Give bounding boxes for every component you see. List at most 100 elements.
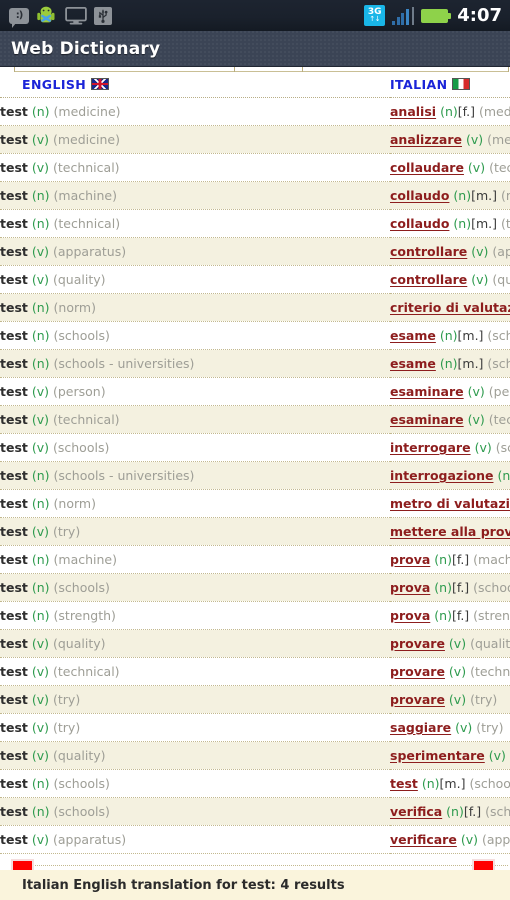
table-row[interactable]: test (n) (machine)prova (n)[f.] (machi <box>0 545 510 574</box>
cell-italian[interactable]: metro di valutazio <box>390 489 510 518</box>
table-row[interactable]: test (v) (technical)collaudare (v) (tech <box>0 153 510 182</box>
cell-english[interactable]: test (v) (technical) <box>0 153 390 182</box>
table-row[interactable]: test (n) (norm) metro di valutazio <box>0 489 510 518</box>
english-word[interactable]: test <box>0 636 28 651</box>
table-row[interactable]: test (v) (quality)provare (v) (quality) <box>0 629 510 658</box>
italian-word[interactable]: controllare <box>390 244 467 259</box>
cell-italian[interactable]: prova (n)[f.] (machi <box>390 545 510 574</box>
cell-italian[interactable]: esame (n)[m.] (sch <box>390 349 510 378</box>
table-row[interactable]: test (v) (apparatus)verificare (v) (appa… <box>0 825 510 854</box>
english-word[interactable]: test <box>0 440 28 455</box>
italian-word[interactable]: criterio di valutazi <box>390 300 510 315</box>
english-word[interactable]: test <box>0 552 28 567</box>
italian-word[interactable]: esaminare <box>390 384 464 399</box>
cell-english[interactable]: test (v) (quality) <box>0 265 390 294</box>
table-row[interactable]: test (v) (medicine)analizzare (v) (medi <box>0 125 510 154</box>
cell-english[interactable]: test (n) (norm) <box>0 489 390 518</box>
table-row[interactable]: test (n) (medicine) analisi (n)[f.] (med <box>0 97 510 126</box>
italian-word[interactable]: analizzare <box>390 132 462 147</box>
english-word[interactable]: test <box>0 496 28 511</box>
cell-italian[interactable]: esaminare (v) (tech <box>390 405 510 434</box>
italian-word[interactable]: collaudare <box>390 160 464 175</box>
cell-english[interactable]: test (v) (apparatus) <box>0 825 390 854</box>
table-row[interactable]: test (n) (strength)prova (n)[f.] (streng <box>0 601 510 630</box>
italian-word[interactable]: interrogare <box>390 440 471 455</box>
column-header-italian[interactable]: ITALIAN <box>390 72 510 98</box>
cell-english[interactable]: test (v) (technical) <box>0 657 390 686</box>
cell-italian[interactable]: provare (v) (technica <box>390 657 510 686</box>
english-word[interactable]: test <box>0 776 28 791</box>
cell-english[interactable]: test (n) (schools) <box>0 769 390 798</box>
table-row[interactable]: test (v) (person)esaminare (v) (pers <box>0 377 510 406</box>
table-row[interactable]: test (v) (try) mettere alla prova <box>0 517 510 546</box>
italian-word[interactable]: prova <box>390 552 430 567</box>
cell-italian[interactable]: analisi (n)[f.] (med <box>390 97 510 126</box>
italian-word[interactable]: collaudo <box>390 216 449 231</box>
cell-italian[interactable]: test (n)[m.] (school <box>390 769 510 798</box>
table-row[interactable]: test (n) (technical)collaudo (n)[m.] (te <box>0 209 510 238</box>
cell-italian[interactable]: sperimentare (v) (q <box>390 741 510 770</box>
table-row[interactable]: test (n) (schools - universities) esame (… <box>0 349 510 378</box>
cell-english[interactable]: test (v) (technical) <box>0 405 390 434</box>
english-word[interactable]: test <box>0 188 28 203</box>
english-word[interactable]: test <box>0 608 28 623</box>
cell-english[interactable]: test (n) (schools - universities) <box>0 461 390 490</box>
cell-english[interactable]: test (v) (schools) <box>0 433 390 462</box>
italian-word[interactable]: metro di valutazio <box>390 496 510 511</box>
cell-english[interactable]: test (n) (norm) <box>0 293 390 322</box>
cell-italian[interactable]: prova (n)[f.] (streng <box>390 601 510 630</box>
cell-italian[interactable]: saggiare (v) (try) <box>390 713 510 742</box>
italian-word[interactable]: verificare <box>390 832 457 847</box>
cell-english[interactable]: test (n) (medicine) <box>0 97 390 126</box>
table-row[interactable]: test (v) (apparatus)controllare (v) (app <box>0 237 510 266</box>
english-word[interactable]: test <box>0 384 28 399</box>
table-row[interactable]: test (v) (technical)esaminare (v) (tech <box>0 405 510 434</box>
table-row[interactable]: test (v) (technical)provare (v) (technic… <box>0 657 510 686</box>
table-row[interactable]: test (n) (schools)esame (n)[m.] (sch <box>0 321 510 350</box>
italian-word[interactable]: provare <box>390 664 445 679</box>
italian-word[interactable]: prova <box>390 580 430 595</box>
italian-word[interactable]: esaminare <box>390 412 464 427</box>
italian-word[interactable]: esame <box>390 328 436 343</box>
table-row[interactable]: test (v) (schools)interrogare (v) (sch <box>0 433 510 462</box>
italian-word[interactable]: test <box>390 776 418 791</box>
cell-english[interactable]: test (v) (apparatus) <box>0 237 390 266</box>
english-word[interactable]: test <box>0 216 28 231</box>
cell-italian[interactable]: collaudo (n)[m.] (te <box>390 209 510 238</box>
table-row[interactable]: test (n) (schools)prova (n)[f.] (schoo <box>0 573 510 602</box>
table-row[interactable]: test (n) (norm) criterio di valutazi <box>0 293 510 322</box>
cell-english[interactable]: test (n) (strength) <box>0 601 390 630</box>
cell-italian[interactable]: collaudare (v) (tech <box>390 153 510 182</box>
italian-word[interactable]: verifica <box>390 804 442 819</box>
italian-word[interactable]: provare <box>390 636 445 651</box>
table-row[interactable]: test (n) (schools) verifica (n)[f.] (sch <box>0 797 510 826</box>
cell-english[interactable]: test (n) (schools) <box>0 797 390 826</box>
italian-word[interactable]: prova <box>390 608 430 623</box>
cell-italian[interactable]: collaudo (n)[m.] (m <box>390 181 510 210</box>
english-word[interactable]: test <box>0 412 28 427</box>
cell-english[interactable]: test (v) (quality) <box>0 741 390 770</box>
italian-word[interactable]: esame <box>390 356 436 371</box>
table-row[interactable]: test (v) (quality)controllare (v) (qua <box>0 265 510 294</box>
cell-english[interactable]: test (v) (try) <box>0 713 390 742</box>
cell-italian[interactable]: mettere alla prova <box>390 517 510 546</box>
cell-italian[interactable]: verificare (v) (appar <box>390 825 510 854</box>
english-word[interactable]: test <box>0 468 28 483</box>
cell-italian[interactable]: esaminare (v) (pers <box>390 377 510 406</box>
cell-english[interactable]: test (n) (machine) <box>0 545 390 574</box>
italian-word[interactable]: sperimentare <box>390 748 485 763</box>
cell-italian[interactable]: provare (v) (try) <box>390 685 510 714</box>
english-word[interactable]: test <box>0 804 28 819</box>
italian-word[interactable]: provare <box>390 692 445 707</box>
cell-english[interactable]: test (n) (machine) <box>0 181 390 210</box>
table-row[interactable]: test (n) (schools) test (n)[m.] (school <box>0 769 510 798</box>
column-header-english[interactable]: ENGLISH <box>0 72 390 98</box>
results-content[interactable]: ENGLISH ITALIAN test (n) (medicine) anali… <box>0 67 510 900</box>
english-word[interactable]: test <box>0 692 28 707</box>
italian-word[interactable]: analisi <box>390 104 436 119</box>
english-word[interactable]: test <box>0 300 28 315</box>
cell-italian[interactable]: provare (v) (quality) <box>390 629 510 658</box>
table-row[interactable]: test (n) (machine)collaudo (n)[m.] (m <box>0 181 510 210</box>
cell-english[interactable]: test (v) (try) <box>0 685 390 714</box>
cell-italian[interactable]: analizzare (v) (medi <box>390 125 510 154</box>
